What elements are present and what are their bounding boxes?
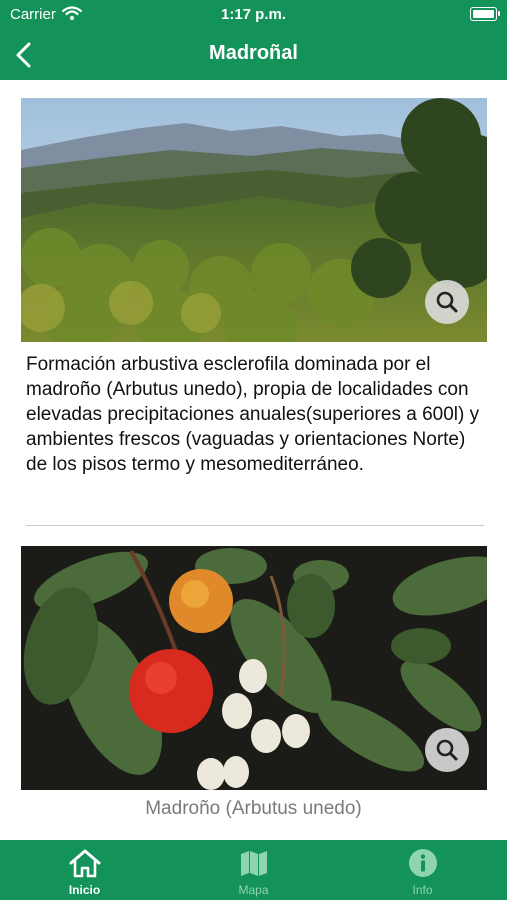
landscape-photo xyxy=(21,98,487,342)
tab-mapa[interactable]: Mapa xyxy=(169,840,338,900)
magnifier-icon xyxy=(436,291,458,313)
tab-info[interactable]: Info xyxy=(338,840,507,900)
tab-mapa-label: Mapa xyxy=(238,883,269,897)
image-caption: Madroño (Arbutus unedo) xyxy=(145,798,362,819)
status-bar: Carrier 1:17 p.m. xyxy=(0,0,507,30)
divider xyxy=(26,525,484,526)
zoom-button[interactable] xyxy=(425,280,469,324)
content-scroll[interactable]: Formación arbustiva esclerofila dominada… xyxy=(0,80,507,840)
tab-info-label: Info xyxy=(412,883,433,897)
magnifier-icon xyxy=(436,739,458,761)
map-icon xyxy=(169,848,338,878)
clock: 1:17 p.m. xyxy=(220,6,287,23)
tab-inicio-label: Inicio xyxy=(68,883,101,897)
page-title: Madroñal xyxy=(209,42,298,64)
habitat-description: Formación arbustiva esclerofila dominada… xyxy=(26,354,480,475)
info-icon xyxy=(338,848,507,878)
tab-bar: Inicio Mapa Info xyxy=(0,840,507,900)
home-icon xyxy=(0,848,169,878)
navigation-bar: Madroñal xyxy=(0,30,507,80)
battery-icon xyxy=(470,7,500,21)
zoom-button[interactable] xyxy=(425,728,469,772)
tab-inicio[interactable]: Inicio xyxy=(0,840,169,900)
arbutus-photo xyxy=(21,546,487,790)
